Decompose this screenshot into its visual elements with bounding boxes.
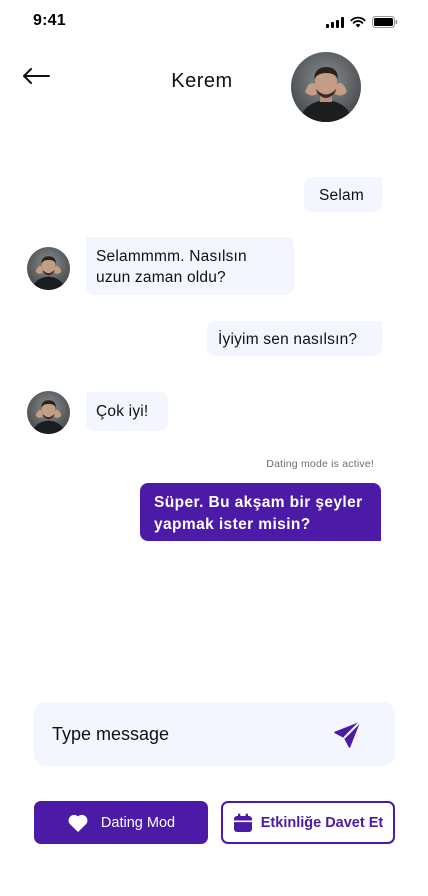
wifi-icon [350,16,366,28]
invite-to-event-button[interactable]: Etkinliğe Davet Et [221,801,395,844]
contact-avatar[interactable] [291,52,361,122]
send-button[interactable] [332,720,362,750]
message-bubble-incoming: Selammmm. Nasılsın uzun zaman oldu? [86,237,294,295]
contact-name: Kerem [171,70,233,92]
dating-mode-button[interactable]: Dating Mod [34,801,208,844]
invite-label: Etkinliğe Davet Et [260,814,384,831]
sender-avatar[interactable] [27,391,70,434]
status-bar: 9:41 [0,0,428,44]
status-icons [326,15,398,29]
message-bubble-outgoing-highlighted: Süper. Bu akşam bir şeyler yapmak ister … [140,483,381,541]
message-bubble-incoming: Çok iyi! [86,392,168,431]
message-text: Süper. Bu akşam bir şeyler yapmak ister … [154,494,363,533]
calendar-icon [233,813,252,832]
status-time: 9:41 [33,12,66,29]
message-text: Selam [319,187,364,204]
message-composer [34,702,395,766]
sender-avatar[interactable] [27,247,70,290]
message-input[interactable] [52,702,322,766]
back-button[interactable] [20,62,52,90]
message-text: Selammmm. Nasılsın uzun zaman oldu? [96,248,247,286]
message-text: İyiyim sen nasılsın? [218,331,358,348]
dating-mode-notice: Dating mode is active! [266,458,374,470]
heart-icon [68,814,88,832]
dating-mode-label: Dating Mod [100,814,176,831]
battery-icon [372,16,398,28]
message-bubble-outgoing: Selam [304,177,382,212]
message-bubble-outgoing: İyiyim sen nasılsın? [207,321,382,356]
arrow-left-icon [23,68,50,84]
message-text: Çok iyi! [96,403,149,420]
signal-icon [326,16,344,28]
send-icon [334,722,360,748]
